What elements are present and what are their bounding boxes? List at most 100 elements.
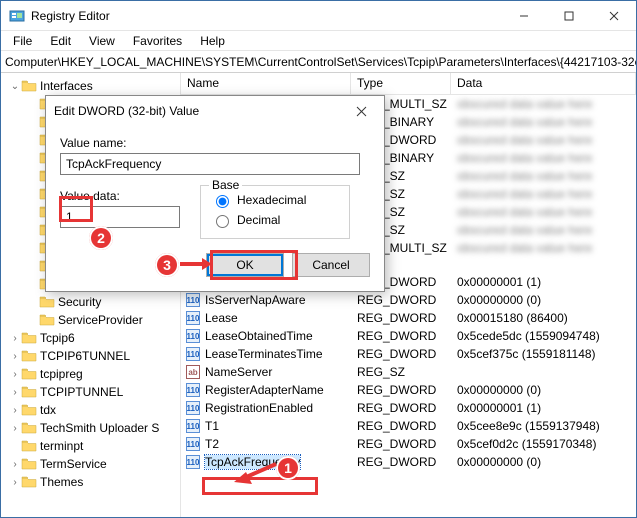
value-data-label: Value data: — [60, 189, 180, 203]
address-bar[interactable]: Computer\HKEY_LOCAL_MACHINE\SYSTEM\Curre… — [1, 51, 636, 73]
folder-icon — [21, 475, 37, 489]
row-data: 0x00000000 (0) — [451, 293, 636, 307]
row-type: REG_DWORD — [351, 311, 451, 325]
col-header-name[interactable]: Name — [181, 73, 351, 94]
reg-number-icon: 110 — [185, 382, 201, 398]
radio-hexadecimal[interactable]: Hexadecimal — [211, 190, 339, 210]
row-name: RegisterAdapterName — [205, 383, 324, 397]
row-data: 0x00015180 (86400) — [451, 311, 636, 325]
radio-decimal[interactable]: Decimal — [211, 210, 339, 230]
row-name: T1 — [205, 419, 219, 433]
tree-item[interactable]: Security — [1, 293, 180, 311]
dialog-close-button[interactable] — [346, 97, 376, 125]
row-name: LeaseObtainedTime — [205, 329, 313, 343]
tree-item[interactable]: ›TechSmith Uploader S — [1, 419, 180, 437]
table-row[interactable]: 110LeaseTerminatesTimeREG_DWORD0x5cef375… — [181, 345, 636, 363]
row-type: REG_DWORD — [351, 455, 451, 469]
folder-icon — [21, 79, 37, 93]
menu-help[interactable]: Help — [192, 32, 233, 50]
row-data: 0x5cef0d2c (1559170348) — [451, 437, 636, 451]
app-icon — [9, 8, 25, 24]
cancel-button[interactable]: Cancel — [292, 253, 370, 277]
row-data: 0x00000000 (0) — [451, 455, 636, 469]
row-name: TcpAckFrequency — [205, 455, 300, 469]
radio-dec-input[interactable] — [216, 215, 229, 228]
base-group: Base Hexadecimal Decimal — [200, 185, 350, 239]
base-legend: Base — [209, 178, 242, 192]
row-type: REG_DWORD — [351, 383, 451, 397]
tree-item[interactable]: ›TermService — [1, 455, 180, 473]
tree-item[interactable]: terminpt — [1, 437, 180, 455]
menu-edit[interactable]: Edit — [42, 32, 79, 50]
reg-string-icon: ab — [185, 364, 201, 380]
col-header-type[interactable]: Type — [351, 73, 451, 94]
menu-view[interactable]: View — [81, 32, 123, 50]
folder-icon — [21, 403, 37, 417]
tree-item[interactable]: ›Themes — [1, 473, 180, 491]
row-name: IsServerNapAware — [205, 293, 306, 307]
close-button[interactable] — [591, 1, 636, 30]
row-data: 0x00000001 (1) — [451, 401, 636, 415]
tree-item[interactable]: ›tdx — [1, 401, 180, 419]
row-type: REG_SZ — [351, 365, 451, 379]
value-data-field[interactable] — [60, 206, 180, 228]
tree-item[interactable]: ›TCPIPTUNNEL — [1, 383, 180, 401]
reg-number-icon: 110 — [185, 436, 201, 452]
row-data: 0x5cede5dc (1559094748) — [451, 329, 636, 343]
folder-icon — [39, 295, 55, 309]
table-row[interactable]: 110 T1 REG_DWORD0x5cee8e9c (1559137948) — [181, 417, 636, 435]
reg-number-icon: 110 — [185, 346, 201, 362]
list-header: Name Type Data — [181, 73, 636, 95]
row-data: 0x5cee8e9c (1559137948) — [451, 419, 636, 433]
folder-icon — [21, 457, 37, 471]
row-type: REG_DWORD — [351, 329, 451, 343]
radio-hex-input[interactable] — [216, 195, 229, 208]
edit-dword-dialog: Edit DWORD (32-bit) Value Value name: Va… — [45, 95, 385, 292]
row-type: REG_DWORD — [351, 401, 451, 415]
folder-icon — [21, 385, 37, 399]
menu-favorites[interactable]: Favorites — [125, 32, 190, 50]
titlebar: Registry Editor — [1, 1, 636, 31]
row-name: T2 — [205, 437, 219, 451]
tree-item[interactable]: ServiceProvider — [1, 311, 180, 329]
table-row[interactable]: 110 LeaseObtainedTime REG_DWORD0x5cede5dc … — [181, 327, 636, 345]
reg-number-icon: 110 — [185, 418, 201, 434]
minimize-button[interactable] — [501, 1, 546, 30]
value-name-label: Value name: — [60, 136, 370, 150]
folder-icon — [21, 439, 37, 453]
folder-icon — [21, 367, 37, 381]
folder-icon — [21, 331, 37, 345]
dialog-title: Edit DWORD (32-bit) Value — [54, 104, 199, 118]
menubar: File Edit View Favorites Help — [1, 31, 636, 51]
table-row[interactable]: ab NameServer REG_SZ — [181, 363, 636, 381]
reg-number-icon: 110 — [185, 328, 201, 344]
row-name: Lease — [205, 311, 238, 325]
col-header-data[interactable]: Data — [451, 73, 636, 94]
tree-item[interactable]: ›TCPIP6TUNNEL — [1, 347, 180, 365]
row-type: REG_DWORD — [351, 347, 451, 361]
value-name-field[interactable] — [60, 153, 360, 175]
table-row[interactable]: 110 RegistrationEnabled REG_DWORD0x0000000… — [181, 399, 636, 417]
ok-button[interactable]: OK — [206, 253, 284, 277]
row-type: REG_DWORD — [351, 437, 451, 451]
reg-number-icon: 110 — [185, 292, 201, 308]
folder-icon — [21, 421, 37, 435]
maximize-button[interactable] — [546, 1, 591, 30]
row-name: NameServer — [205, 365, 272, 379]
table-row[interactable]: 110TcpAckFrequencyREG_DWORD0x00000000 (0… — [181, 453, 636, 471]
table-row[interactable]: 110 T2 REG_DWORD0x5cef0d2c (1559170348) — [181, 435, 636, 453]
table-row[interactable]: 110RegisterAdapterNameREG_DWORD0x0000000… — [181, 381, 636, 399]
tree-item[interactable]: ›Tcpip6 — [1, 329, 180, 347]
reg-number-icon: 110 — [185, 310, 201, 326]
row-type: REG_DWORD — [351, 419, 451, 433]
menu-file[interactable]: File — [5, 32, 40, 50]
reg-number-icon: 110 — [185, 400, 201, 416]
table-row[interactable]: 110 IsServerNapAware REG_DWORD0x00000000 (… — [181, 291, 636, 309]
table-row[interactable]: 110 Lease REG_DWORD0x00015180 (86400) — [181, 309, 636, 327]
tree-item[interactable]: ›tcpipreg — [1, 365, 180, 383]
row-name: RegistrationEnabled — [205, 401, 313, 415]
row-type: REG_DWORD — [351, 293, 451, 307]
tree-item-interfaces[interactable]: ⌄Interfaces — [1, 77, 180, 95]
row-name: LeaseTerminatesTime — [205, 347, 323, 361]
folder-icon — [21, 349, 37, 363]
